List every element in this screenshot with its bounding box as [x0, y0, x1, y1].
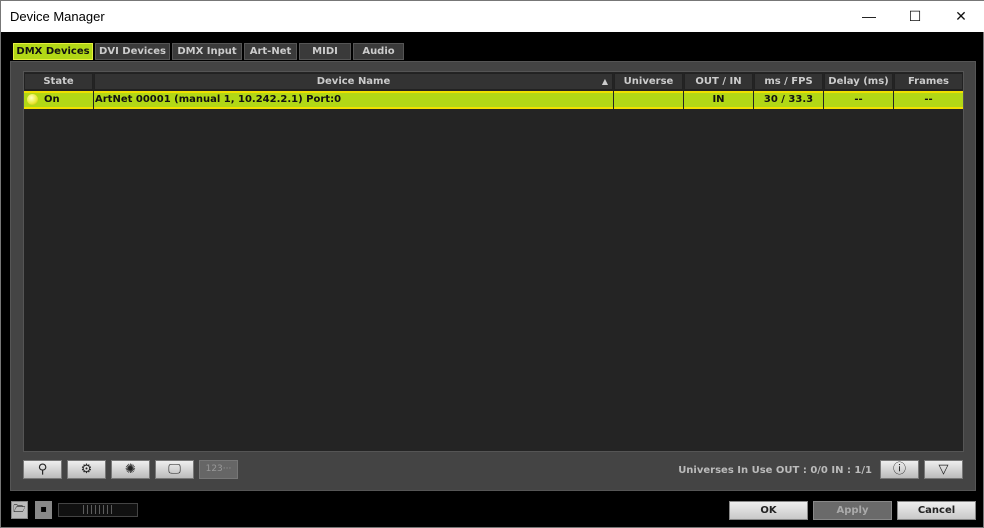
column-header-frames[interactable]: Frames [894, 73, 963, 90]
devices-table [23, 71, 964, 452]
info-icon: ⓘ [892, 462, 906, 477]
tab-dmx-devices[interactable]: DMX Devices [13, 43, 93, 60]
apply-button[interactable]: Apply [813, 501, 892, 520]
folder-open-icon: 🗁 [13, 504, 26, 515]
search-icon: ⚲ [37, 462, 48, 477]
ok-button[interactable]: OK [729, 501, 808, 520]
column-header-out-in[interactable]: OUT / IN [684, 73, 753, 90]
frames-cell[interactable]: -- [894, 91, 963, 109]
search-button[interactable]: ⚲ [23, 460, 62, 479]
ms-fps-cell[interactable]: 30 / 33.3 [754, 91, 823, 109]
window-title: Device Manager [10, 9, 105, 24]
numbering-button[interactable]: 123··· [199, 460, 238, 479]
tab-midi[interactable]: MIDI [299, 43, 351, 60]
filter-button[interactable]: ▽ [924, 460, 963, 479]
info-button[interactable]: ⓘ [880, 460, 919, 479]
slider[interactable]: |||||||| [58, 503, 138, 517]
monitor-icon: 🖵 [168, 462, 181, 477]
column-header-state[interactable]: State [24, 73, 93, 90]
status-led-icon [27, 94, 38, 105]
device-name-cell[interactable]: ArtNet 00001 (manual 1, 10.242.2.1) Port… [94, 91, 613, 109]
out-in-cell[interactable]: IN [684, 91, 753, 109]
light-bulb-icon: ✺ [125, 462, 136, 477]
tab-dmx-input[interactable]: DMX Input [172, 43, 242, 60]
state-value: On [44, 94, 60, 105]
close-button[interactable]: ✕ [938, 1, 984, 31]
title-bar: Device Manager — ☐ ✕ [1, 1, 984, 32]
numbers-icon: 123··· [205, 464, 232, 474]
monitor-button[interactable]: 🖵 [155, 460, 194, 479]
sort-ascending-icon: ▲ [601, 77, 608, 86]
column-header-delay[interactable]: Delay (ms) [824, 73, 893, 90]
save-button[interactable]: ▪ [35, 501, 52, 519]
column-header-ms-fps[interactable]: ms / FPS [754, 73, 823, 90]
tab-dvi-devices[interactable]: DVI Devices [95, 43, 170, 60]
tab-audio[interactable]: Audio [353, 43, 404, 60]
column-header-device-name[interactable]: Device Name ▲ [94, 73, 613, 90]
minimize-button[interactable]: — [846, 1, 892, 31]
cancel-button[interactable]: Cancel [897, 501, 976, 520]
open-button[interactable]: 🗁 [11, 501, 28, 519]
save-icon: ▪ [40, 504, 47, 515]
settings-button[interactable]: ⚙ [67, 460, 106, 479]
gear-icon: ⚙ [80, 462, 93, 477]
identify-button[interactable]: ✺ [111, 460, 150, 479]
maximize-button[interactable]: ☐ [892, 1, 938, 31]
universes-status: Universes In Use OUT : 0/0 IN : 1/1 [678, 465, 872, 476]
state-cell[interactable]: On [24, 91, 93, 109]
column-label: Device Name [316, 76, 391, 87]
filter-icon: ▽ [938, 462, 949, 477]
column-header-universe[interactable]: Universe [614, 73, 683, 90]
delay-cell[interactable]: -- [824, 91, 893, 109]
tab-art-net[interactable]: Art-Net [244, 43, 297, 60]
universe-cell[interactable] [614, 91, 683, 109]
